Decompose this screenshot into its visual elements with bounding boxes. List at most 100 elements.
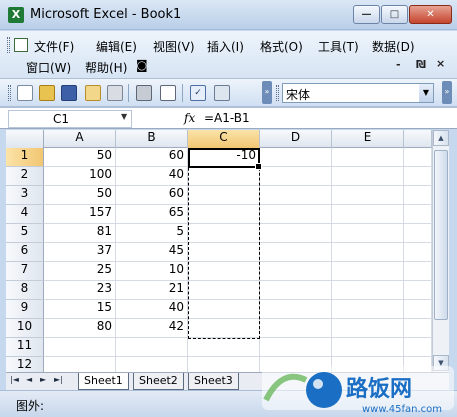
cell-b4[interactable]: 65 [116,205,188,224]
excel-app-icon[interactable]: X [8,7,24,23]
spelling-icon[interactable]: ✓ [190,85,206,101]
cell-b11[interactable] [116,338,188,357]
cell-b8[interactable]: 21 [116,281,188,300]
minimize-button[interactable]: — [353,5,380,24]
row-header[interactable]: 6 [6,243,44,262]
menu-data[interactable]: 数据(D) [372,38,415,55]
scroll-down-arrow-icon[interactable]: ▼ [433,355,449,371]
cell-e3[interactable] [332,186,404,205]
workbook-control-icon[interactable] [14,38,28,52]
permission-icon[interactable] [85,85,101,101]
toolbar-options-chevron-icon[interactable]: » [262,81,272,104]
first-sheet-icon[interactable]: |◄ [10,375,19,384]
cell-f6[interactable] [404,243,432,262]
save-icon[interactable] [61,85,77,101]
cell-b12[interactable] [116,357,188,372]
cell-b5[interactable]: 5 [116,224,188,243]
cell-d4[interactable] [260,205,332,224]
cell-e6[interactable] [332,243,404,262]
open-icon[interactable] [39,85,55,101]
cell-e7[interactable] [332,262,404,281]
cell-b10[interactable]: 42 [116,319,188,338]
last-sheet-icon[interactable]: ►| [54,375,63,384]
cell-f5[interactable] [404,224,432,243]
column-header-a[interactable]: A [44,130,116,148]
cell-c1[interactable]: -10 [188,148,260,167]
cell-a4[interactable]: 157 [44,205,116,224]
cell-f1[interactable] [404,148,432,167]
cell-f7[interactable] [404,262,432,281]
next-sheet-icon[interactable]: ► [40,375,46,384]
cell-b3[interactable]: 60 [116,186,188,205]
cell-c5[interactable] [188,224,260,243]
cell-e2[interactable] [332,167,404,186]
vertical-scrollbar[interactable]: ▲ ▼ [432,130,449,372]
menu-format[interactable]: 格式(O) [260,38,303,55]
menu-grip-handle[interactable] [7,37,10,53]
cell-a12[interactable] [44,357,116,372]
cell-f10[interactable] [404,319,432,338]
menu-insert[interactable]: 插入(I) [207,38,244,55]
cell-a9[interactable]: 15 [44,300,116,319]
cell-d7[interactable] [260,262,332,281]
row-header[interactable]: 10 [6,319,44,338]
insert-function-icon[interactable]: fx [184,111,195,125]
cell-c10[interactable] [188,319,260,338]
cell-f9[interactable] [404,300,432,319]
cell-a11[interactable] [44,338,116,357]
cell-c4[interactable] [188,205,260,224]
cell-d3[interactable] [260,186,332,205]
cell-b1[interactable]: 60 [116,148,188,167]
menu-file[interactable]: 文件(F) [34,38,74,55]
sheet-tab-sheet2[interactable]: Sheet2 [133,373,184,390]
menu-view[interactable]: 视图(V) [153,38,195,55]
row-header[interactable]: 9 [6,300,44,319]
print-preview-icon[interactable] [160,85,176,101]
row-header[interactable]: 11 [6,338,44,357]
column-header-b[interactable]: B [116,130,188,148]
row-header[interactable]: 7 [6,262,44,281]
cell-e9[interactable] [332,300,404,319]
cell-a3[interactable]: 50 [44,186,116,205]
menu-edit[interactable]: 编辑(E) [96,38,137,55]
cell-a7[interactable]: 25 [44,262,116,281]
cell-f4[interactable] [404,205,432,224]
name-box[interactable]: C1 ▼ [8,110,132,128]
formula-input[interactable]: =A1-B1 [204,111,250,125]
row-header[interactable]: 12 [6,357,44,372]
scrollbar-thumb[interactable] [434,150,448,320]
cell-d6[interactable] [260,243,332,262]
cell-d12[interactable] [260,357,332,372]
cell-d9[interactable] [260,300,332,319]
chevron-down-icon[interactable]: ▼ [419,84,433,102]
cell-f12[interactable] [404,357,432,372]
menu-help[interactable]: 帮助(H) [85,59,127,76]
column-header-c[interactable]: C [188,130,260,148]
cell-c9[interactable] [188,300,260,319]
email-icon[interactable] [107,85,123,101]
column-header-e[interactable]: E [332,130,404,148]
cell-d8[interactable] [260,281,332,300]
cell-e11[interactable] [332,338,404,357]
cell-d5[interactable] [260,224,332,243]
cell-d2[interactable] [260,167,332,186]
cell-f11[interactable] [404,338,432,357]
cell-c2[interactable] [188,167,260,186]
cell-c7[interactable] [188,262,260,281]
row-header[interactable]: 1 [6,148,44,167]
prev-sheet-icon[interactable]: ◄ [26,375,32,384]
cell-b2[interactable]: 40 [116,167,188,186]
scroll-up-arrow-icon[interactable]: ▲ [433,130,449,146]
research-icon[interactable] [214,85,230,101]
toolbar-grip-handle[interactable] [8,85,11,101]
cell-a2[interactable]: 100 [44,167,116,186]
cell-e12[interactable] [332,357,404,372]
column-header-d[interactable]: D [260,130,332,148]
column-header-f[interactable] [404,130,432,148]
cell-a5[interactable]: 81 [44,224,116,243]
doc-close-button[interactable]: × [436,57,445,70]
row-header[interactable]: 5 [6,224,44,243]
cell-e1[interactable] [332,148,404,167]
cell-a8[interactable]: 23 [44,281,116,300]
cell-f2[interactable] [404,167,432,186]
